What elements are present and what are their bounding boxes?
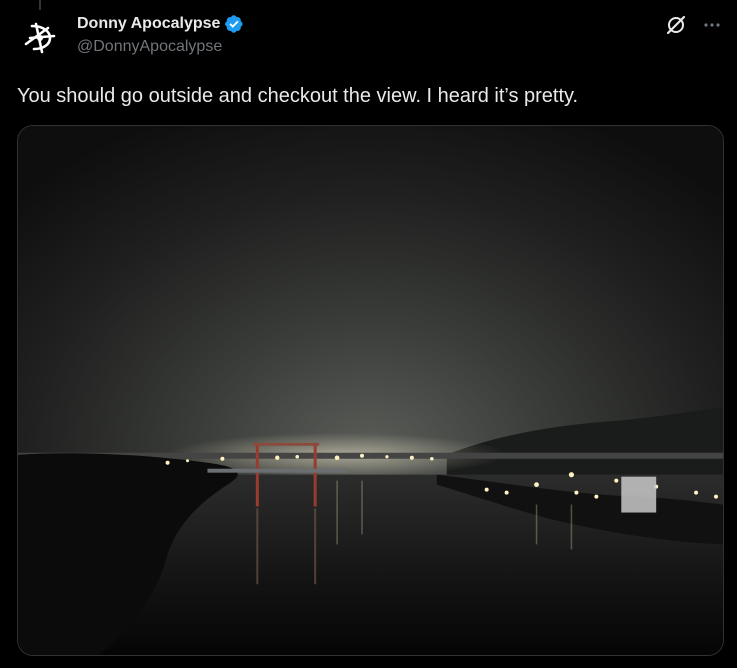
- thread-connector-line: [39, 0, 41, 10]
- avatar[interactable]: [18, 14, 62, 58]
- tweet-text: You should go outside and checkout the v…: [17, 85, 579, 107]
- author-display-name[interactable]: Donny Apocalypse: [77, 15, 220, 33]
- tweet-photo[interactable]: [17, 125, 724, 656]
- grok-icon[interactable]: [665, 14, 687, 36]
- tweet-actions-top: [665, 14, 723, 36]
- more-icon[interactable]: [701, 14, 723, 36]
- tweet-header: Donny Apocalypse @DonnyApocalypse: [77, 13, 677, 56]
- night-river-photo: [18, 126, 723, 655]
- author-name-row: Donny Apocalypse: [77, 13, 677, 35]
- verified-badge-icon[interactable]: [224, 14, 244, 34]
- author-handle[interactable]: @DonnyApocalypse: [77, 38, 677, 56]
- sigil-logo-icon: [18, 14, 62, 58]
